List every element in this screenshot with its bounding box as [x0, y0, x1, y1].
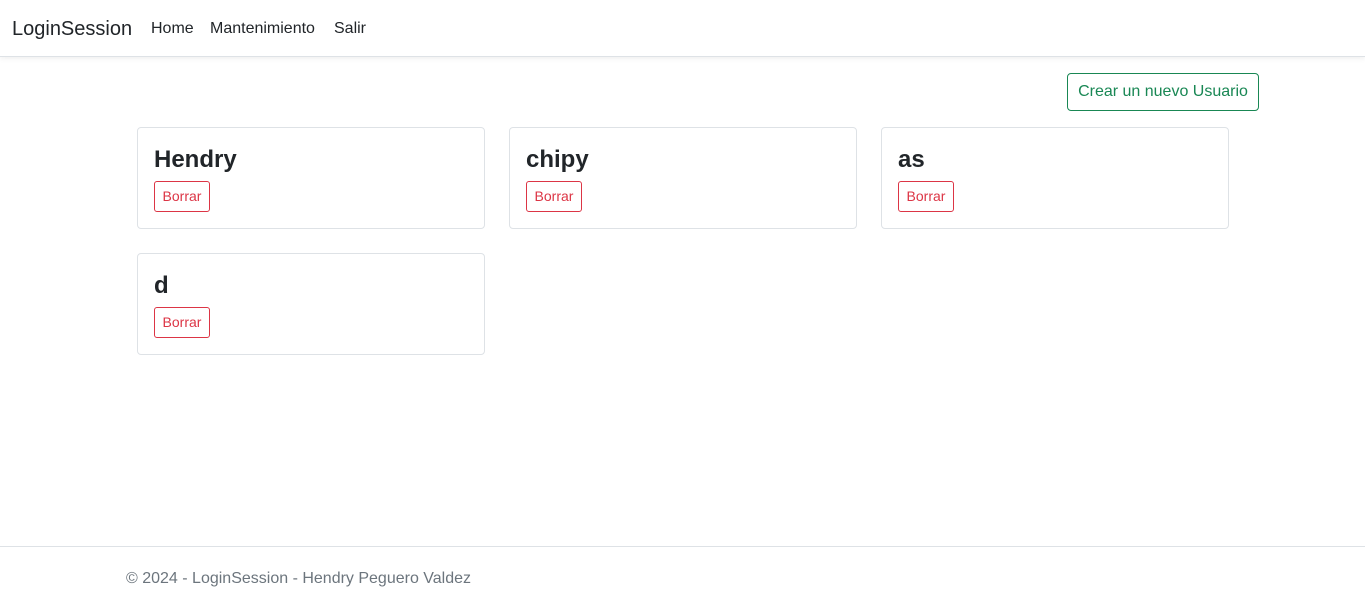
user-card: d Borrar — [137, 253, 485, 355]
page-footer: © 2024 - LoginSession - Hendry Peguero V… — [0, 546, 1365, 606]
user-card: chipy Borrar — [509, 127, 857, 229]
user-name: chipy — [526, 146, 589, 173]
delete-button[interactable]: Borrar — [154, 181, 210, 212]
delete-button[interactable]: Borrar — [154, 307, 210, 338]
user-name: d — [154, 272, 169, 299]
user-name: Hendry — [154, 146, 237, 173]
footer-copyright: © 2024 - LoginSession - Hendry Peguero V… — [126, 570, 472, 587]
nav-link-mantenimiento[interactable]: Mantenimiento — [210, 19, 315, 39]
nav-link-home[interactable]: Home — [151, 19, 194, 39]
delete-button[interactable]: Borrar — [898, 181, 954, 212]
user-card: Hendry Borrar — [137, 127, 485, 229]
delete-button[interactable]: Borrar — [526, 181, 582, 212]
nav-link-salir[interactable]: Salir — [334, 19, 366, 39]
user-name: as — [898, 146, 925, 173]
user-card: as Borrar — [881, 127, 1229, 229]
top-navbar: LoginSession Home Mantenimiento Salir — [0, 0, 1365, 57]
brand-link[interactable]: LoginSession — [12, 17, 132, 41]
create-user-button[interactable]: Crear un nuevo Usuario — [1067, 73, 1259, 111]
